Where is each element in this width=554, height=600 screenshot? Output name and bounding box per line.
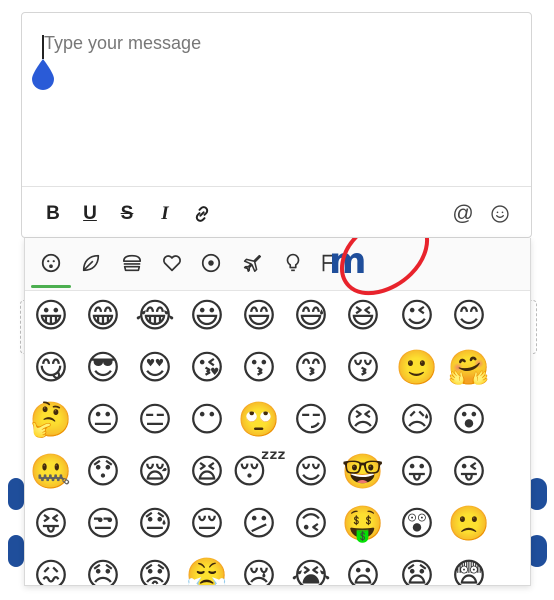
emoji-item[interactable]: 😗 <box>239 348 279 388</box>
emoji-item[interactable]: 🤗 <box>448 348 490 388</box>
message-composer: Type your message B U S I @ <box>21 12 532 238</box>
emoji-item[interactable]: 😜 <box>449 452 489 492</box>
emoji-item[interactable]: 😖 <box>31 556 71 585</box>
tab-nature[interactable] <box>76 248 106 278</box>
background-button-left <box>8 478 24 510</box>
toolbar-divider <box>22 186 531 187</box>
message-input[interactable]: Type your message <box>22 13 531 186</box>
emoji-item[interactable]: 🤓 <box>342 452 384 492</box>
lightbulb-icon <box>286 253 300 272</box>
underline-button[interactable]: U <box>77 201 103 227</box>
formatting-toolbar: B U S I @ <box>22 195 531 235</box>
bold-icon: B <box>46 203 60 224</box>
emoji-category-bar: m <box>25 238 530 296</box>
emoji-item[interactable]: 😑 <box>135 400 175 440</box>
selection-handle-icon[interactable] <box>30 57 56 91</box>
emoji-item[interactable]: 😪 <box>135 452 175 492</box>
emoji-item[interactable]: 😧 <box>397 556 437 585</box>
emoji-item[interactable]: 😞 <box>83 556 123 585</box>
tab-objects[interactable] <box>278 248 308 278</box>
emoji-item[interactable]: 😥 <box>397 400 437 440</box>
emoji-item[interactable]: 😋 <box>31 348 71 388</box>
at-sign-icon: @ <box>452 202 474 225</box>
emoji-item[interactable]: 😄 <box>239 296 279 336</box>
emoji-item[interactable]: 😔 <box>187 504 227 544</box>
emoji-item[interactable]: 😉 <box>397 296 437 336</box>
underline-icon: U <box>83 203 97 224</box>
burger-icon <box>122 254 142 272</box>
emoji-item[interactable]: 🙁 <box>448 504 490 544</box>
emoji-item[interactable]: 🤐 <box>30 452 72 492</box>
message-placeholder: Type your message <box>44 33 202 53</box>
active-tab-indicator <box>31 285 71 288</box>
emoji-item[interactable]: 😓 <box>135 504 175 544</box>
emoji-item[interactable]: 😕 <box>239 504 279 544</box>
smiley-face-icon <box>491 205 509 223</box>
bold-button[interactable]: B <box>40 201 66 227</box>
emoji-item[interactable]: 😲 <box>397 504 437 544</box>
emoji-button[interactable] <box>487 201 513 227</box>
tab-activity[interactable] <box>196 248 226 278</box>
emoji-item[interactable]: 😒 <box>83 504 123 544</box>
background-fragment-text <box>60 0 170 3</box>
emoji-item[interactable]: 😣 <box>343 400 383 440</box>
strikethrough-button[interactable]: S <box>114 201 140 227</box>
smiley-face-icon <box>41 253 61 273</box>
tab-food[interactable] <box>117 248 147 278</box>
emoji-picker: m 😀 😁 😂 😃 😄 😅 😆 😉 😊 😋 😎 😍 😘 😗 😙 😚 🙂 🤗 🤔 😐 😑 😶 🙄 😏 😣 😥 😮 🤐 😯 😪 😫 😴 😌 🤓 😛 😜 😝 😒… <box>24 238 531 586</box>
emoji-item[interactable]: 😃 <box>187 296 227 336</box>
emoji-item[interactable]: 😌 <box>291 452 331 492</box>
airplane-icon <box>243 254 262 273</box>
emoji-item[interactable]: 😴 <box>232 452 287 492</box>
ball-icon <box>201 253 221 273</box>
emoji-item[interactable]: 🤔 <box>30 400 72 440</box>
background-button-left <box>8 535 24 567</box>
emoji-item[interactable]: 😅 <box>291 296 331 336</box>
emoji-item[interactable]: 🙄 <box>238 400 280 440</box>
emoji-item[interactable]: 😭 <box>291 556 331 585</box>
emoji-item[interactable]: 🤑 <box>342 504 384 544</box>
emoji-item[interactable]: 😢 <box>239 556 279 585</box>
emoji-item[interactable]: 😫 <box>187 452 227 492</box>
emoji-item[interactable]: 😊 <box>449 296 489 336</box>
link-button[interactable] <box>189 201 215 227</box>
emoji-item[interactable]: 😏 <box>291 400 331 440</box>
emoji-item[interactable]: 😐 <box>83 400 123 440</box>
mention-button[interactable]: @ <box>450 201 476 227</box>
emoji-item[interactable]: 😯 <box>83 452 123 492</box>
tab-travel[interactable] <box>237 248 267 278</box>
tab-symbols[interactable] <box>157 248 187 278</box>
emoji-item[interactable]: 😎 <box>83 348 123 388</box>
emoji-item[interactable]: 😮 <box>449 400 489 440</box>
strikethrough-icon: S <box>120 203 134 224</box>
emoji-item[interactable]: 😆 <box>343 296 383 336</box>
emoji-item[interactable]: 😘 <box>187 348 227 388</box>
emoji-item[interactable]: 😨 <box>449 556 489 585</box>
emoji-item[interactable]: 😀 <box>31 296 71 336</box>
emoji-item[interactable]: 😁 <box>83 296 123 336</box>
emoji-item[interactable]: 😙 <box>291 348 331 388</box>
emoji-item[interactable]: 😂 <box>135 296 175 336</box>
emoji-item[interactable]: 😟 <box>135 556 175 585</box>
italic-button[interactable]: I <box>152 201 178 227</box>
emoji-item[interactable]: 🙂 <box>396 348 438 388</box>
heart-icon <box>163 255 181 272</box>
leaf-icon <box>82 254 100 272</box>
emoji-item[interactable]: 😝 <box>31 504 71 544</box>
tab-custom-emoji[interactable]: m <box>329 241 367 282</box>
emoji-item[interactable]: 🙃 <box>291 504 331 544</box>
emoji-item[interactable]: 😚 <box>343 348 383 388</box>
emoji-item[interactable]: 😍 <box>135 348 175 388</box>
link-icon <box>195 206 209 222</box>
italic-icon: I <box>161 203 169 224</box>
emoji-item[interactable]: 😶 <box>187 400 227 440</box>
emoji-item[interactable]: 😛 <box>397 452 437 492</box>
tab-smileys[interactable] <box>36 248 66 278</box>
emoji-item[interactable]: 😤 <box>186 556 228 585</box>
emoji-item[interactable]: 😦 <box>343 556 383 585</box>
